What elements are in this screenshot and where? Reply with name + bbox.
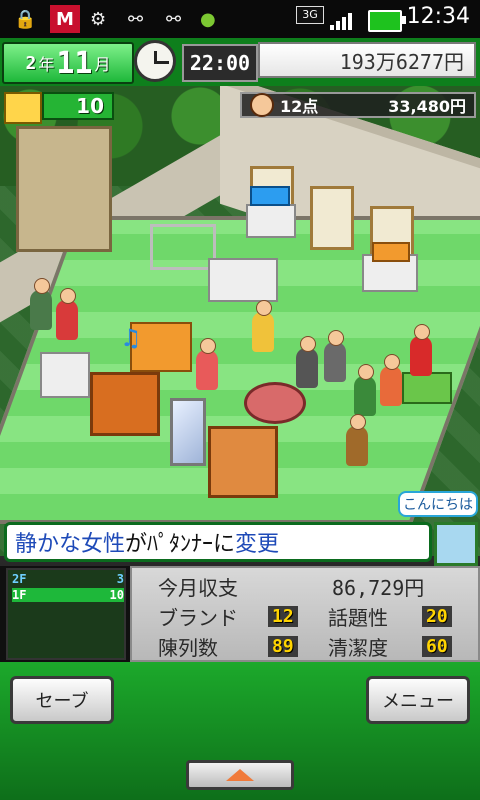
stats-panel: 2F 3 1F 10 今月収支 86,729円 ブランド 12 話題性 20 陳… (0, 566, 480, 662)
red-wardrobe[interactable] (90, 372, 160, 436)
orange-goods (372, 242, 410, 262)
month-number: 11 (56, 45, 93, 81)
year-unit: 年 (38, 55, 55, 74)
customer[interactable] (296, 336, 318, 388)
cleanliness-value: 60 (422, 636, 452, 657)
floor-row-1f[interactable]: 1F 10 (12, 588, 124, 602)
clothes-rack[interactable] (150, 224, 216, 270)
usb-icon: ⚯ (166, 8, 182, 30)
tshirt-icon (4, 92, 42, 124)
event-message: 静かな女性 がﾊﾟﾀﾝﾅｰに 変更 (4, 522, 432, 562)
customer-face-icon (250, 93, 274, 117)
game-hud: 2 年 11 月 22:00 193万6277円 (0, 38, 480, 86)
status-bar: 🔒 M ⚙ ⚯ ⚯ ● 3G 12:34 (0, 0, 480, 38)
display-count-value: 89 (268, 636, 298, 657)
blue-goods (250, 186, 290, 206)
advisor-portrait (434, 522, 478, 566)
customer[interactable] (252, 300, 274, 352)
customer[interactable] (354, 364, 376, 416)
shirt-count: 10 (42, 92, 114, 120)
message-text: がﾊﾟﾀﾝﾅｰに (125, 532, 236, 557)
lock-icon: 🔒 (14, 8, 37, 30)
month-unit: 月 (94, 55, 111, 74)
usb-icon: ⚯ (128, 8, 144, 30)
brand-label: ブランド (158, 606, 238, 630)
floor-row-2f[interactable]: 2F 3 (12, 572, 124, 586)
message-highlight: 静かな女性 (15, 532, 126, 557)
display-case[interactable] (40, 352, 90, 398)
bottom-bar: セーブ メニュー (0, 662, 480, 800)
battery-charging-icon (368, 10, 406, 32)
year-number: 2 (25, 52, 37, 74)
mcafee-icon: M (50, 5, 80, 33)
floor-label: 2F (12, 572, 27, 586)
points-bar: 12点 33,480円 (240, 92, 476, 118)
display-count-label: 陳列数 (158, 636, 218, 660)
android-debug-icon: ⚙ (90, 8, 107, 30)
expand-up-button[interactable] (186, 760, 294, 790)
customer[interactable] (56, 288, 78, 340)
store-stats: 今月収支 86,729円 ブランド 12 話題性 20 陳列数 89 清潔度 6… (130, 566, 480, 662)
game-time: 22:00 (182, 44, 258, 82)
window (310, 186, 354, 250)
changing-booth[interactable] (208, 426, 278, 498)
monthly-balance-value: 86,729円 (332, 576, 425, 600)
clock-icon (134, 40, 176, 82)
floor-count: 10 (109, 588, 124, 602)
topic-label: 話題性 (328, 606, 388, 630)
dog-mascot[interactable] (346, 414, 368, 466)
customer[interactable] (30, 278, 52, 330)
menu-button[interactable]: メニュー (366, 676, 470, 724)
money-display: 193万6277円 (258, 42, 476, 78)
cleanliness-label: 清潔度 (328, 636, 388, 660)
brand-value: 12 (268, 606, 298, 627)
music-note-icon: ♫ (120, 324, 142, 352)
floor-count: 3 (116, 572, 124, 586)
fitting-room[interactable] (16, 126, 112, 252)
signal-strength-icon (330, 10, 358, 30)
green-goods (402, 372, 452, 404)
customer[interactable] (324, 330, 346, 382)
status-time: 12:34 (406, 4, 470, 29)
speech-bubble: こんにちは (398, 491, 478, 517)
message-highlight: 変更 (235, 532, 280, 557)
floor-minimap[interactable]: 2F 3 1F 10 (6, 568, 126, 660)
points-value: 12点 (280, 97, 319, 116)
date-display: 2 年 11 月 (2, 42, 134, 84)
customer[interactable] (380, 354, 402, 406)
network-type-indicator: 3G (296, 6, 324, 24)
display-shelf[interactable] (208, 258, 278, 302)
standing-mirror[interactable] (170, 398, 206, 466)
display-shelf[interactable] (246, 204, 296, 238)
round-table[interactable] (244, 382, 306, 424)
customer[interactable] (410, 324, 432, 376)
save-button[interactable]: セーブ (10, 676, 114, 724)
arrow-up-icon (226, 769, 254, 781)
score-value: 33,480円 (388, 97, 466, 116)
monthly-balance-label: 今月収支 (158, 576, 238, 600)
customer[interactable] (196, 338, 218, 390)
android-icon: ● (200, 8, 216, 30)
topic-value: 20 (422, 606, 452, 627)
floor-label: 1F (12, 588, 27, 602)
